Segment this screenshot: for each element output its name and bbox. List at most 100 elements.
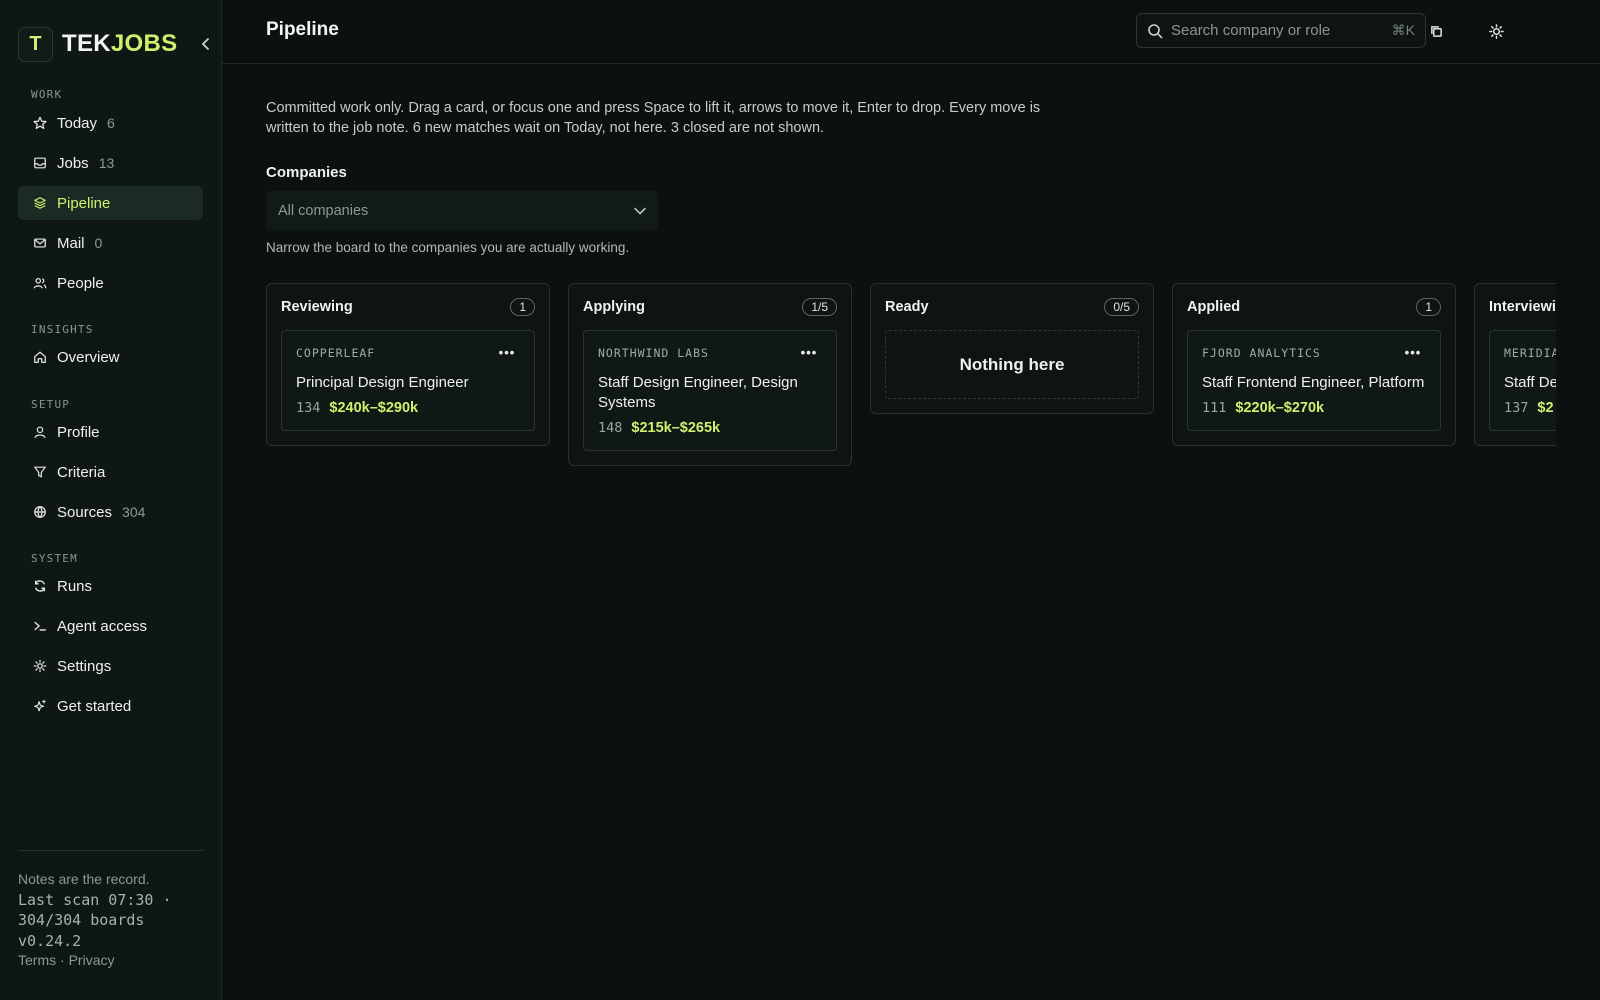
brand-logo: T (18, 26, 53, 62)
sidebar-item-jobs[interactable]: Jobs 13 (18, 146, 203, 180)
top-bar: Pipeline ⌘K (222, 0, 1600, 64)
brand-name-part1: TEK (62, 30, 111, 57)
column-title: Applying (583, 299, 646, 315)
sidebar-item-label: Sources (57, 503, 113, 521)
refresh-icon (32, 578, 48, 594)
card-role: Staff Design Engineer (1504, 374, 1556, 391)
sidebar-divider (18, 850, 204, 851)
column-title: Interviewing (1489, 299, 1556, 315)
card-salary: $215k–$265k (631, 420, 721, 436)
column-header: Applying 1/5 (569, 284, 851, 330)
brand[interactable]: T TEKJOBS (18, 26, 177, 62)
sidebar-item-today[interactable]: Today 6 (18, 106, 203, 140)
sidebar-item-label: Agent access (57, 617, 148, 635)
sidebar-item-count: 13 (98, 155, 115, 171)
theme-toggle-button[interactable] (1485, 20, 1507, 42)
chevron-down-icon (634, 207, 646, 214)
sidebar: T TEKJOBS WORK Today 6 Jobs 13 Pipeline … (0, 0, 222, 1000)
search-input[interactable] (1171, 22, 1392, 39)
empty-column-dropzone: Nothing here (885, 330, 1139, 399)
sidebar-item-pipeline[interactable]: Pipeline (18, 186, 203, 220)
column-title: Reviewing (281, 299, 353, 315)
sidebar-item-label: Jobs (57, 154, 89, 172)
filter-icon (32, 464, 48, 480)
globe-icon (32, 504, 48, 520)
column-count-badge: 0/5 (1104, 298, 1139, 316)
sparkle-icon (32, 698, 48, 714)
sidebar-item-criteria[interactable]: Criteria (18, 455, 203, 489)
more-options-icon[interactable]: ••• (494, 345, 520, 360)
search-box[interactable]: ⌘K (1136, 13, 1426, 48)
section-label-insights: INSIGHTS (31, 323, 94, 336)
card-role: Principal Design Engineer (296, 374, 469, 391)
job-card[interactable]: COPPERLEAF ••• Principal Design Engineer… (281, 330, 535, 431)
card-salary: $220k–$270k (1235, 400, 1325, 416)
sidebar-item-overview[interactable]: Overview (18, 340, 203, 374)
privacy-link[interactable]: Privacy (69, 952, 115, 968)
column-ready: Ready 0/5 Nothing here (870, 283, 1154, 414)
section-label-work: WORK (31, 88, 63, 101)
more-options-icon[interactable]: ••• (1400, 345, 1426, 360)
sun-icon (1488, 23, 1504, 39)
people-icon (32, 275, 48, 291)
column-title: Applied (1187, 299, 1241, 315)
companies-select[interactable]: All companies (266, 191, 658, 230)
sidebar-item-runs[interactable]: Runs (18, 569, 203, 603)
card-score: 134 (296, 400, 321, 416)
job-card[interactable]: FJORD ANALYTICS ••• Staff Frontend Engin… (1187, 330, 1441, 431)
version-label: v0.24.2 (18, 932, 82, 950)
sidebar-item-label: Today (57, 114, 98, 132)
companies-filter-hint: Narrow the board to the companies you ar… (266, 240, 630, 255)
terms-link[interactable]: Terms (18, 952, 56, 968)
sidebar-item-label: Get started (57, 697, 132, 715)
card-company: NORTHWIND LABS (598, 345, 709, 360)
pipeline-description: Committed work only. Drag a card, or foc… (266, 100, 1041, 136)
sidebar-item-profile[interactable]: Profile (18, 415, 203, 449)
mail-icon (32, 235, 48, 251)
column-applying: Applying 1/5 NORTHWIND LABS ••• Staff De… (568, 283, 852, 466)
sidebar-item-settings[interactable]: Settings (18, 649, 203, 683)
column-header: Reviewing 1 (267, 284, 549, 330)
card-salary: $240k–$290k (329, 400, 419, 416)
sidebar-item-label: Profile (57, 423, 100, 441)
sidebar-item-count: 0 (94, 235, 103, 251)
gear-icon (32, 658, 48, 674)
chevron-left-icon (202, 38, 209, 50)
column-header: Interviewing (1475, 284, 1556, 330)
copy-button[interactable] (1425, 20, 1447, 42)
pipeline-board: Reviewing 1 COPPERLEAF ••• Principal Des… (266, 283, 1556, 503)
column-count-badge: 1 (1416, 298, 1441, 316)
search-shortcut: ⌘K (1391, 22, 1415, 38)
more-options-icon[interactable]: ••• (796, 345, 822, 360)
layers-icon (32, 195, 48, 211)
sidebar-item-count: 304 (122, 504, 146, 520)
star-icon (32, 115, 48, 131)
sidebar-footer-note: Notes are the record. (18, 871, 150, 887)
home-icon (32, 349, 48, 365)
job-card[interactable]: MERIDIAN ••• Staff Design Engineer 137 $… (1489, 330, 1556, 431)
sidebar-item-label: Criteria (57, 463, 106, 481)
card-score: 148 (598, 420, 623, 436)
sidebar-item-label: Mail (57, 234, 85, 252)
sidebar-item-sources[interactable]: Sources 304 (18, 495, 203, 529)
terminal-icon (32, 618, 48, 634)
copy-icon (1430, 25, 1442, 37)
column-interviewing: Interviewing MERIDIAN ••• Staff Design E… (1474, 283, 1556, 446)
section-label-setup: SETUP (31, 398, 71, 411)
card-salary: $2 (1537, 400, 1554, 416)
collapse-sidebar-button[interactable] (196, 34, 216, 54)
card-role: Staff Design Engineer, Design Systems (598, 374, 798, 411)
job-card[interactable]: NORTHWIND LABS ••• Staff Design Engineer… (583, 330, 837, 451)
column-applied: Applied 1 FJORD ANALYTICS ••• Staff Fron… (1172, 283, 1456, 446)
sidebar-item-label: Pipeline (57, 194, 111, 212)
sidebar-item-get-started[interactable]: Get started (18, 689, 203, 723)
sidebar-item-people[interactable]: People (18, 266, 203, 300)
sidebar-item-agent-access[interactable]: Agent access (18, 609, 203, 643)
column-reviewing: Reviewing 1 COPPERLEAF ••• Principal Des… (266, 283, 550, 446)
sidebar-item-mail[interactable]: Mail 0 (18, 226, 203, 260)
column-header: Ready 0/5 (871, 284, 1153, 330)
inbox-icon (32, 155, 48, 171)
column-count-badge: 1/5 (802, 298, 837, 316)
section-label-system: SYSTEM (31, 552, 78, 565)
companies-select-value: All companies (278, 202, 369, 219)
